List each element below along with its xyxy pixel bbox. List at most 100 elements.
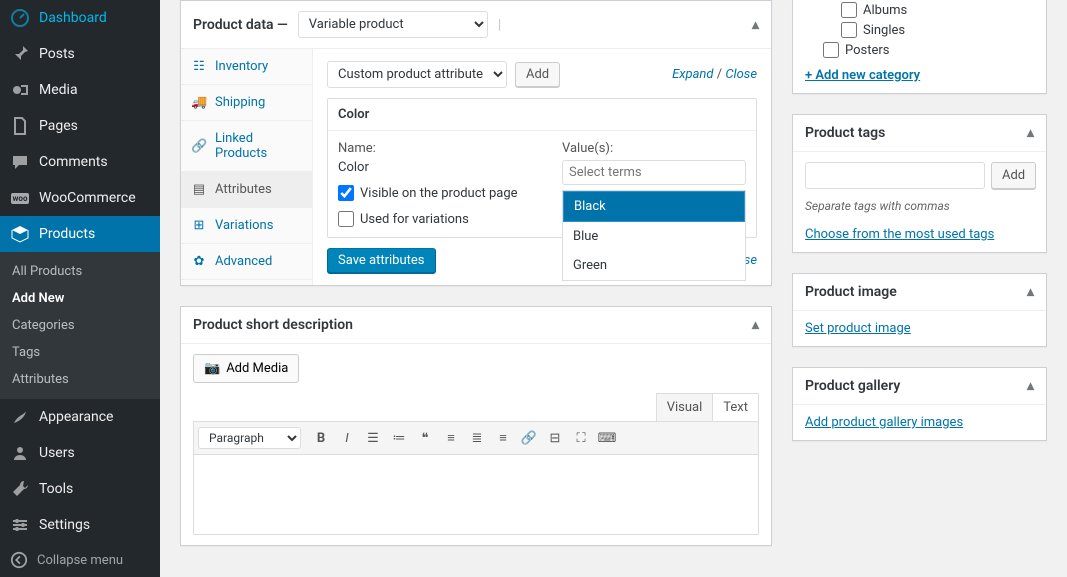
tab-attributes[interactable]: ▤Attributes [181, 172, 312, 208]
nav-dashboard[interactable]: Dashboard [0, 0, 160, 36]
subnav-add-new[interactable]: Add New [0, 285, 160, 312]
camera-icon: 📷 [204, 361, 220, 376]
product-gallery-title: Product gallery [805, 378, 900, 394]
subnav-attributes[interactable]: Attributes [0, 366, 160, 393]
attribute-heading: Color [328, 99, 756, 131]
short-description-title: Product short description [193, 317, 353, 333]
expand-link[interactable]: Expand [672, 67, 713, 82]
collapse-icon[interactable]: ▴ [752, 317, 759, 333]
values-dropdown: Black Blue Green [562, 160, 746, 185]
used-checkbox-row[interactable]: Used for variations [338, 211, 522, 227]
grid-icon: ⊞ [191, 218, 207, 233]
nav-users[interactable]: Users [0, 435, 160, 471]
tags-input[interactable] [805, 162, 985, 189]
appearance-icon [10, 407, 30, 427]
nav-pages[interactable]: Pages [0, 108, 160, 144]
format-select[interactable]: Paragraph [198, 427, 301, 449]
collapse-menu[interactable]: Collapse menu [0, 543, 160, 577]
add-tag-button[interactable]: Add [991, 162, 1036, 189]
tab-inventory[interactable]: ☷Inventory [181, 49, 312, 85]
users-icon [10, 443, 30, 463]
nav-settings[interactable]: Settings [0, 507, 160, 543]
choose-tags-link[interactable]: Choose from the most used tags [805, 227, 994, 242]
nav-tools[interactable]: Tools [0, 471, 160, 507]
product-tags-box: Product tags ▴ Add Separate tags with co… [792, 114, 1047, 253]
save-attributes-button[interactable]: Save attributes [327, 248, 436, 273]
collapse-label: Collapse menu [37, 553, 123, 568]
option-green[interactable]: Green [563, 251, 745, 280]
editor-textarea[interactable] [193, 455, 759, 535]
product-image-box: Product image ▴ Set product image [792, 273, 1047, 347]
add-new-category-link[interactable]: + Add new category [805, 68, 920, 83]
align-center-button[interactable]: ≣ [465, 426, 489, 450]
subnav-tags[interactable]: Tags [0, 339, 160, 366]
align-right-button[interactable]: ≡ [491, 426, 515, 450]
values-label: Value(s): [562, 141, 746, 156]
read-more-button[interactable]: ⊟ [543, 426, 567, 450]
nav-label: WooCommerce [39, 190, 136, 206]
list-icon: ▤ [191, 182, 207, 197]
subnav-all-products[interactable]: All Products [0, 258, 160, 285]
subnav-categories[interactable]: Categories [0, 312, 160, 339]
link-icon: 🔗 [191, 139, 207, 154]
admin-sidebar: Dashboard Posts Media Pages Comments woo… [0, 0, 160, 577]
visible-checkbox[interactable] [338, 185, 354, 201]
bold-button[interactable]: B [309, 426, 333, 450]
align-left-button[interactable]: ≡ [439, 426, 463, 450]
nav-comments[interactable]: Comments [0, 144, 160, 180]
tab-variations[interactable]: ⊞Variations [181, 208, 312, 244]
product-type-select[interactable]: Variable product [298, 11, 488, 38]
nav-woocommerce[interactable]: woo WooCommerce [0, 180, 160, 216]
italic-button[interactable]: I [335, 426, 359, 450]
values-input[interactable] [562, 160, 746, 185]
nav-label: Settings [39, 517, 90, 533]
product-image-title: Product image [805, 284, 897, 300]
product-data-title: Product data — [193, 17, 288, 33]
bullet-list-button[interactable]: ☰ [361, 426, 385, 450]
collapse-icon[interactable]: ▴ [1027, 378, 1034, 394]
nav-appearance[interactable]: Appearance [0, 399, 160, 435]
collapse-icon[interactable]: ▴ [1027, 125, 1034, 141]
tab-linked[interactable]: 🔗Linked Products [181, 121, 312, 172]
text-tab[interactable]: Text [713, 394, 758, 421]
settings-icon [10, 515, 30, 535]
truck-icon: 🚚 [191, 95, 207, 110]
nav-products[interactable]: Products [0, 216, 160, 252]
add-media-button[interactable]: 📷 Add Media [193, 354, 299, 383]
option-black[interactable]: Black [563, 191, 745, 222]
set-product-image-link[interactable]: Set product image [805, 321, 911, 336]
dashboard-icon [10, 8, 30, 28]
collapse-icon[interactable]: ▴ [752, 17, 759, 33]
tab-shipping[interactable]: 🚚Shipping [181, 85, 312, 121]
nav-products-submenu: All Products Add New Categories Tags Att… [0, 252, 160, 399]
option-blue[interactable]: Blue [563, 222, 745, 251]
used-checkbox[interactable] [338, 211, 354, 227]
nav-label: Products [39, 226, 95, 242]
nav-label: Appearance [39, 409, 113, 425]
add-gallery-images-link[interactable]: Add product gallery images [805, 415, 963, 430]
woocommerce-icon: woo [10, 188, 30, 208]
number-list-button[interactable]: ≔ [387, 426, 411, 450]
toolbar-toggle-button[interactable]: ⌨ [595, 426, 619, 450]
cat-albums[interactable]: Albums [805, 0, 1034, 20]
attribute-pane: Color Name: Color Visible on the product… [327, 98, 757, 238]
tags-hint: Separate tags with commas [805, 199, 1034, 213]
cat-posters[interactable]: Posters [805, 40, 1034, 60]
visual-tab[interactable]: Visual [657, 394, 714, 421]
collapse-icon[interactable]: ▴ [1027, 284, 1034, 300]
tab-advanced[interactable]: ✿Advanced [181, 244, 312, 280]
close-link[interactable]: Close [725, 67, 757, 82]
add-attribute-button[interactable]: Add [515, 62, 560, 87]
visible-checkbox-row[interactable]: Visible on the product page [338, 185, 522, 201]
nav-media[interactable]: Media [0, 72, 160, 108]
fullscreen-button[interactable]: ⛶ [569, 426, 593, 450]
nav-label: Pages [39, 118, 78, 134]
collapse-icon [10, 551, 28, 569]
nav-label: Media [39, 82, 78, 98]
nav-posts[interactable]: Posts [0, 36, 160, 72]
link-button[interactable]: 🔗 [517, 426, 541, 450]
quote-button[interactable]: ❝ [413, 426, 437, 450]
attribute-type-select[interactable]: Custom product attribute [327, 61, 507, 88]
media-icon [10, 80, 30, 100]
cat-singles[interactable]: Singles [805, 20, 1034, 40]
